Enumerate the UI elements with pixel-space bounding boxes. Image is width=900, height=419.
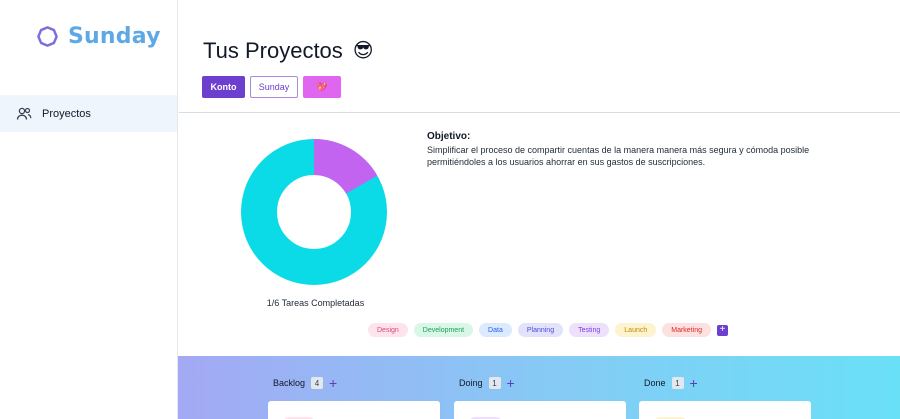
add-task-icon[interactable]: + xyxy=(329,376,337,390)
sidebar-item-label: Proyectos xyxy=(42,107,91,120)
column-title: Backlog xyxy=(273,378,306,388)
objective-heading: Objetivo: xyxy=(427,131,471,142)
add-tag-button[interactable]: + xyxy=(716,324,728,336)
tag-launch[interactable]: Launch xyxy=(615,323,657,337)
brand[interactable]: Sunday xyxy=(36,24,161,49)
tag-data[interactable]: Data xyxy=(479,323,512,337)
page-title: Tus Proyectos 😎 xyxy=(203,38,374,64)
tag-planning[interactable]: Planning xyxy=(517,323,564,337)
column-done: Done 1 + xyxy=(644,376,698,390)
tag-marketing[interactable]: Marketing xyxy=(662,323,711,337)
kanban-board: Backlog 4 + Design Doing 1 + Testing Done 1 + Launc… xyxy=(178,356,900,419)
objective: Objetivo: Simplificar el proceso de comp… xyxy=(427,131,867,168)
column-count: 4 xyxy=(311,377,324,389)
konto-button[interactable]: Konto xyxy=(202,76,245,98)
add-task-icon[interactable]: + xyxy=(507,376,515,390)
project-buttons: Konto Sunday 💖 xyxy=(202,76,341,98)
sidebar-item-proyectos[interactable]: Proyectos xyxy=(0,95,177,132)
column-count: 1 xyxy=(671,377,684,389)
tag-list: Design Development Data Planning Testing Laun… xyxy=(368,323,728,337)
task-card[interactable]: Testing xyxy=(454,401,626,419)
app-name: Sunday xyxy=(68,24,161,49)
users-icon xyxy=(16,107,32,121)
sunday-button[interactable]: Sunday xyxy=(250,76,298,98)
sunglasses-emoji-icon: 😎 xyxy=(352,40,374,62)
page-title-text: Tus Proyectos xyxy=(203,38,343,63)
column-count: 1 xyxy=(488,377,501,389)
progress-caption: 1/6 Tareas Completadas xyxy=(266,298,365,308)
column-title: Done xyxy=(644,378,666,388)
column-backlog: Backlog 4 + xyxy=(273,376,337,390)
tag-design[interactable]: Design xyxy=(368,323,408,337)
task-card[interactable]: Launch xyxy=(639,401,811,419)
task-card[interactable]: Design xyxy=(268,401,440,419)
add-task-icon[interactable]: + xyxy=(690,376,698,390)
objective-text: Simplificar el proceso de compartir cuen… xyxy=(427,145,810,167)
tag-testing[interactable]: Testing xyxy=(569,323,610,337)
tag-development[interactable]: Development xyxy=(413,323,474,337)
column-title: Doing xyxy=(459,378,483,388)
header-divider xyxy=(179,112,900,113)
sidebar: Sunday Proyectos xyxy=(0,0,178,419)
progress-donut xyxy=(241,139,387,285)
heart-button[interactable]: 💖 xyxy=(303,76,341,98)
logo-icon xyxy=(37,26,58,47)
column-doing: Doing 1 + xyxy=(459,376,515,390)
